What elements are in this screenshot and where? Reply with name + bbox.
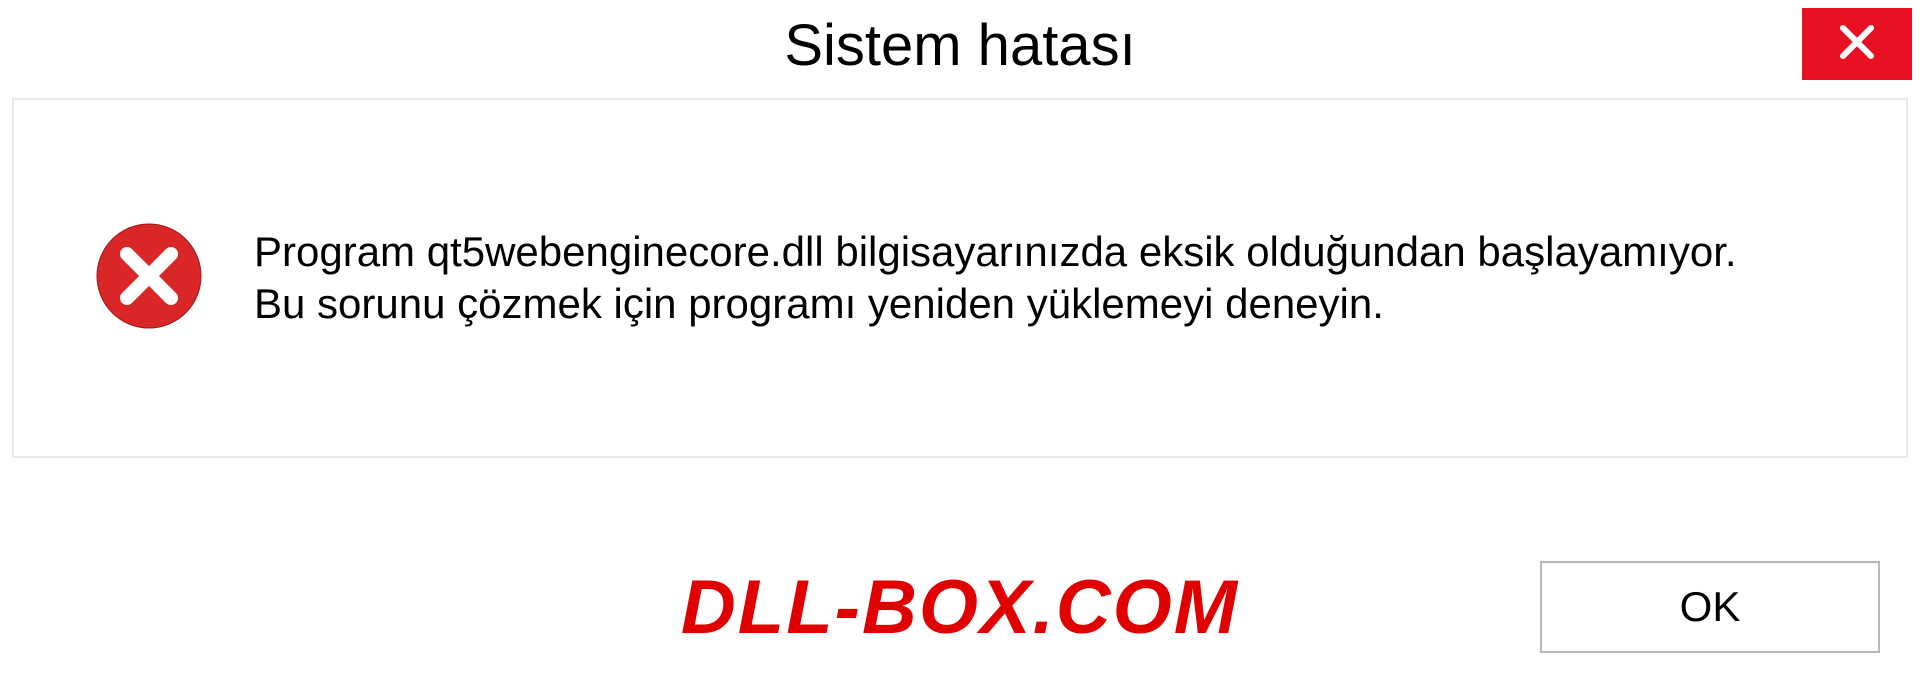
watermark-text: DLL-BOX.COM: [681, 564, 1239, 651]
window-title: Sistem hatası: [784, 12, 1135, 79]
ok-button-label: OK: [1680, 583, 1741, 631]
footer: DLL-BOX.COM OK: [0, 522, 1920, 692]
error-message: Program qt5webenginecore.dll bilgisayarı…: [254, 226, 1754, 331]
close-icon: [1837, 22, 1877, 67]
close-button[interactable]: [1802, 8, 1912, 80]
titlebar: Sistem hatası: [0, 0, 1920, 90]
ok-button[interactable]: OK: [1540, 561, 1880, 653]
content-panel: Program qt5webenginecore.dll bilgisayarı…: [12, 98, 1908, 458]
error-icon: [94, 221, 204, 336]
